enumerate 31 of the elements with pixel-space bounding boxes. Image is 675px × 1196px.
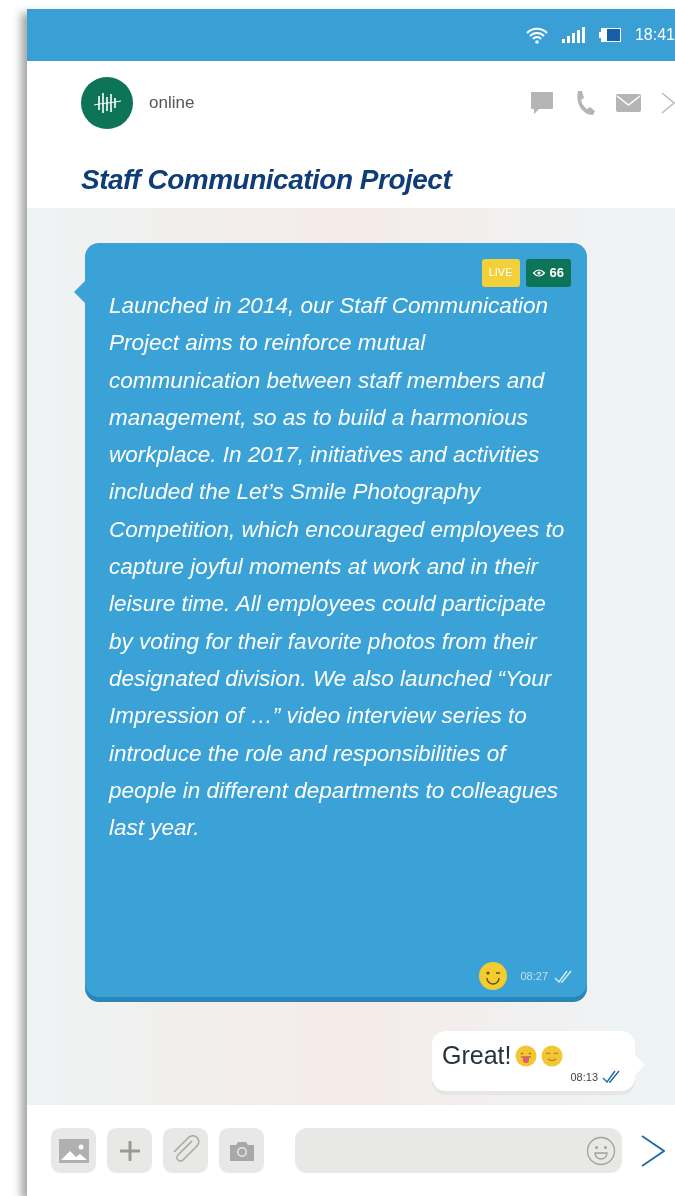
tongue-smiley-icon (515, 1044, 538, 1067)
camera-button[interactable] (219, 1128, 264, 1173)
battery-icon (598, 28, 621, 42)
eye-icon (532, 268, 545, 277)
message-input[interactable] (295, 1128, 622, 1173)
smiling-face-icon (541, 1044, 564, 1067)
image-icon (58, 1138, 89, 1163)
chevron-right-icon[interactable] (661, 92, 675, 114)
camera-icon (229, 1140, 254, 1161)
attach-button[interactable] (163, 1128, 208, 1173)
message-text: Great! (442, 1040, 512, 1071)
add-button[interactable] (107, 1128, 152, 1173)
send-icon[interactable] (641, 1134, 665, 1167)
clock-time: 18:41 (634, 25, 675, 45)
live-badge: LIVE (481, 259, 520, 287)
image-button[interactable] (51, 1128, 96, 1173)
wifi-icon (525, 26, 548, 44)
chat-icon[interactable] (530, 90, 554, 116)
message-time: 08:13 (570, 1069, 598, 1085)
winking-smiley-icon (478, 961, 509, 991)
conversation-title: Staff Communication Project (81, 163, 454, 197)
contact-status: online (149, 92, 195, 115)
message-text: Launched in 2014, our Staff Communication Project aims to reinforce mutual communication between staff members and management, so as to build a harmonious workplace. In 2017, initiatives and activities included the Let’s Smile Photography Competition, which encouraged employees to capture joyful moments at work and in their leisure time. All employees could participate by voting for their favorite photos from their designated division. We also launched “Your Impression of …” video interview series to introduce the role and responsibilities of people in different departments to colleagues last year. (109, 292, 566, 843)
mail-icon[interactable] (616, 94, 641, 112)
view-count-badge: 66 (525, 259, 571, 287)
message-time: 08:27 (520, 968, 548, 984)
plus-icon (119, 1140, 140, 1161)
phone-icon[interactable] (574, 90, 596, 116)
avatar-logo (81, 77, 133, 129)
signal-icon (561, 27, 585, 43)
emoji-icon[interactable] (586, 1135, 616, 1166)
